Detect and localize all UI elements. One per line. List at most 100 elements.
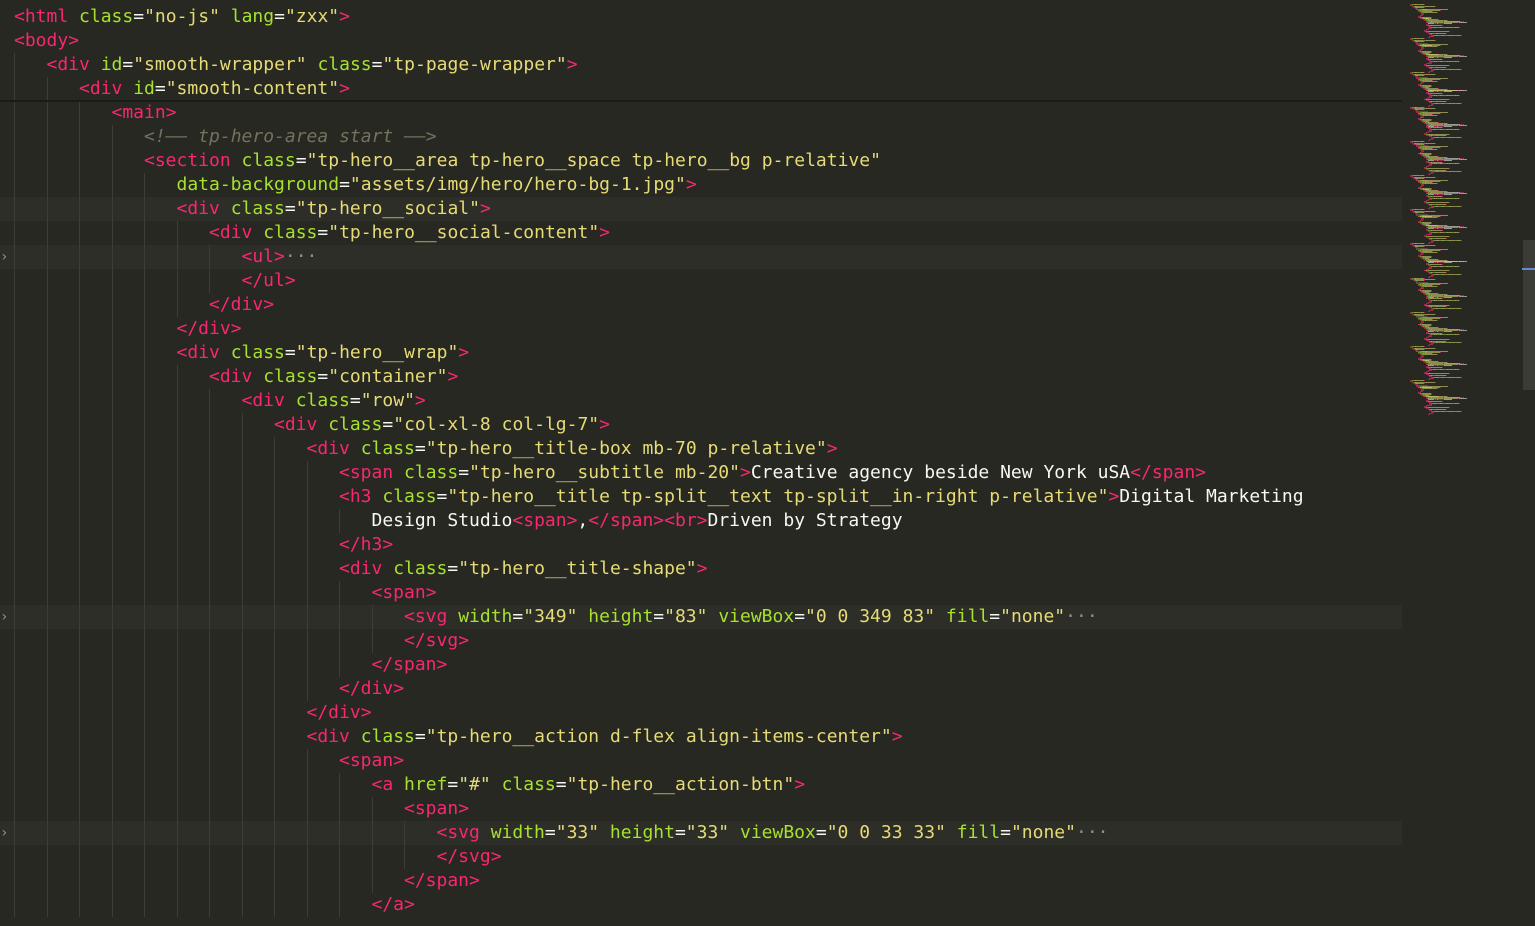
- chevron-right-icon[interactable]: ›: [0, 821, 10, 845]
- code-line[interactable]: </h3>: [0, 533, 1402, 557]
- code-line[interactable]: <div class="tp-hero__action d-flex align…: [0, 725, 1402, 749]
- indent-guide: [176, 629, 178, 653]
- minimap[interactable]: [1402, 0, 1522, 926]
- code-line-text: </span>: [372, 653, 448, 677]
- code-line[interactable]: <html class="no-js" lang="zxx">: [0, 5, 1402, 29]
- code-line[interactable]: <body>: [0, 29, 1402, 53]
- code-line[interactable]: </svg>: [0, 845, 1402, 869]
- minimap-token: [1443, 330, 1452, 332]
- sticky-scroll-separator: [0, 100, 1402, 102]
- code-line[interactable]: </svg>: [0, 629, 1402, 653]
- code-line[interactable]: </ul>: [0, 269, 1402, 293]
- chevron-right-icon[interactable]: ›: [0, 245, 10, 269]
- code-token: =: [653, 606, 665, 627]
- code-line[interactable]: </div>: [0, 701, 1402, 725]
- code-token: </div: [176, 318, 231, 339]
- code-line[interactable]: </span>: [0, 653, 1402, 677]
- code-line[interactable]: </div>: [0, 677, 1402, 701]
- code-token: <div: [306, 438, 350, 459]
- indent-guide: [176, 701, 178, 725]
- code-line[interactable]: <div class="tp-hero__social-content">: [0, 221, 1402, 245]
- minimap-token: [1426, 347, 1435, 349]
- minimap-token: [1459, 295, 1467, 297]
- code-line[interactable]: <span class="tp-hero__subtitle mb-20">Cr…: [0, 461, 1402, 485]
- code-line[interactable]: </div>: [0, 317, 1402, 341]
- minimap-token: [1436, 251, 1438, 253]
- code-token: fill: [945, 822, 1001, 843]
- code-token: fill: [935, 606, 990, 627]
- indent-guide: [176, 845, 178, 869]
- indent-guide: [209, 581, 210, 605]
- code-line[interactable]: <div class="tp-hero__title-shape">: [0, 557, 1402, 581]
- code-line[interactable]: <main>: [0, 101, 1402, 125]
- code-line[interactable]: <div class="tp-hero__social">: [0, 197, 1402, 221]
- code-line[interactable]: </div>: [0, 293, 1402, 317]
- code-line[interactable]: <span>: [0, 797, 1402, 821]
- code-line[interactable]: <div class="col-xl-8 col-lg-7">: [0, 413, 1402, 437]
- indent-guide: [111, 245, 113, 269]
- code-line[interactable]: <!—— tp-hero-area start ——>: [0, 125, 1402, 149]
- indent-guide: [14, 821, 15, 845]
- code-line[interactable]: <div id="smooth-wrapper" class="tp-page-…: [0, 53, 1402, 77]
- code-editor[interactable]: <html class="no-js" lang="zxx"> <body> <di…: [0, 0, 1535, 926]
- minimap-token: [1460, 205, 1462, 207]
- minimap-token: [1432, 412, 1434, 414]
- minimap-token: [1432, 207, 1434, 209]
- chevron-right-icon[interactable]: ›: [0, 605, 10, 629]
- indent-guide: [176, 245, 178, 269]
- vertical-scrollbar[interactable]: [1522, 0, 1535, 926]
- code-line[interactable]: <section class="tp-hero__area tp-hero__s…: [0, 149, 1402, 173]
- indent-guide: [209, 605, 210, 629]
- indent-guide: [241, 413, 243, 437]
- code-line[interactable]: data-background="assets/img/hero/hero-bg…: [0, 173, 1402, 197]
- code-line[interactable]: › <ul>···: [0, 245, 1402, 269]
- minimap-token: [1459, 158, 1467, 160]
- minimap-token: [1449, 202, 1451, 203]
- minimap-token: [1436, 285, 1438, 287]
- indent-guide: [111, 485, 113, 509]
- code-line[interactable]: › <svg width="33" height="33" viewBox="0 …: [0, 821, 1402, 845]
- code-token: "smooth-content": [165, 78, 340, 99]
- code-line[interactable]: <div class="tp-hero__title-box mb-70 p-r…: [0, 437, 1402, 461]
- minimap-token: [1426, 74, 1435, 76]
- code-token: =: [317, 222, 329, 243]
- code-token: =: [414, 726, 426, 747]
- code-line-text: </div>: [307, 701, 372, 725]
- code-line[interactable]: Design Studio<span>,</span><br>Driven by…: [0, 509, 1402, 533]
- minimap-token: [1443, 262, 1452, 264]
- code-token: <ul: [241, 246, 275, 267]
- indent-guide: [111, 869, 113, 893]
- code-line[interactable]: <div class="tp-hero__wrap">: [0, 341, 1402, 365]
- code-area[interactable]: <html class="no-js" lang="zxx"> <body> <di…: [0, 5, 1402, 926]
- indent-guide: [241, 653, 243, 677]
- code-line[interactable]: <span>: [0, 581, 1402, 605]
- indent-guide: [79, 389, 80, 413]
- code-line[interactable]: <div class="container">: [0, 365, 1402, 389]
- code-line-text: <h3 class="tp-hero__title tp-split__text…: [339, 485, 1304, 509]
- scrollbar-thumb[interactable]: [1523, 240, 1535, 390]
- code-token: >: [469, 870, 480, 891]
- minimap-token: [1443, 125, 1452, 127]
- indent-guide: [14, 389, 15, 413]
- code-line[interactable]: </span>: [0, 869, 1402, 893]
- code-token: =: [284, 342, 296, 363]
- code-line[interactable]: › <svg width="349" height="83" viewBox="0…: [0, 605, 1402, 629]
- code-line[interactable]: <div class="row">: [0, 389, 1402, 413]
- indent-guide: [274, 797, 275, 821]
- minimap-token: [1440, 181, 1441, 183]
- code-line[interactable]: <a href="#" class="tp-hero__action-btn">: [0, 773, 1402, 797]
- indent-guide: [306, 533, 308, 557]
- indent-guide: [241, 773, 243, 797]
- indent-guide: [176, 413, 178, 437]
- code-line[interactable]: <span>: [0, 749, 1402, 773]
- minimap-token: [1430, 336, 1432, 338]
- indent-guide: [111, 725, 113, 749]
- code-token: =: [154, 78, 166, 99]
- indent-guide: [274, 725, 275, 749]
- indent-guide: [144, 725, 145, 749]
- code-line[interactable]: <h3 class="tp-hero__title tp-split__text…: [0, 485, 1402, 509]
- indent-guide: [241, 797, 243, 821]
- indent-guide: [111, 461, 113, 485]
- code-line[interactable]: </a>: [0, 893, 1402, 917]
- code-line[interactable]: <div id="smooth-content">: [0, 77, 1402, 101]
